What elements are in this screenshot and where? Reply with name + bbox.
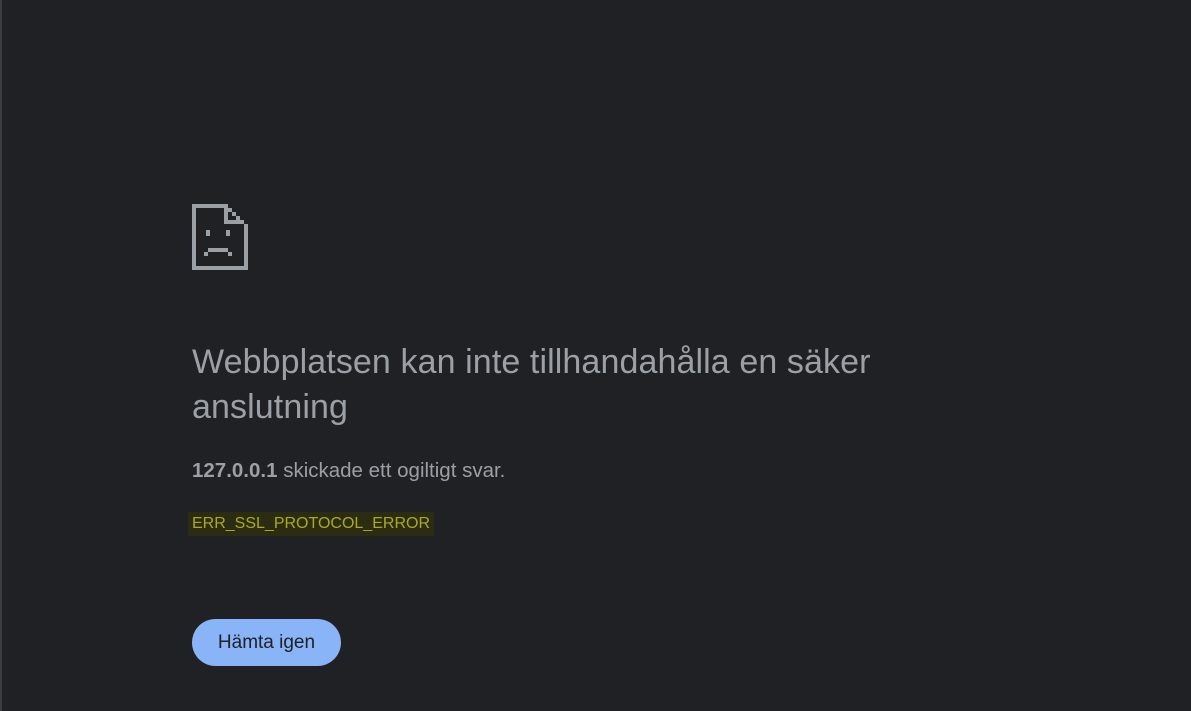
sad-document-icon xyxy=(192,204,248,270)
page-title: Webbplatsen kan inte tillhandahålla en s… xyxy=(192,343,871,426)
reload-button[interactable]: Hämta igen xyxy=(192,619,341,666)
window-left-border xyxy=(0,0,2,711)
error-message: 127.0.0.1 skickade ett ogiltigt svar. xyxy=(192,458,505,484)
error-host: 127.0.0.1 xyxy=(192,459,278,482)
error-code: ERR_SSL_PROTOCOL_ERROR xyxy=(188,512,434,536)
error-message-text: skickade ett ogiltigt svar. xyxy=(277,459,506,482)
